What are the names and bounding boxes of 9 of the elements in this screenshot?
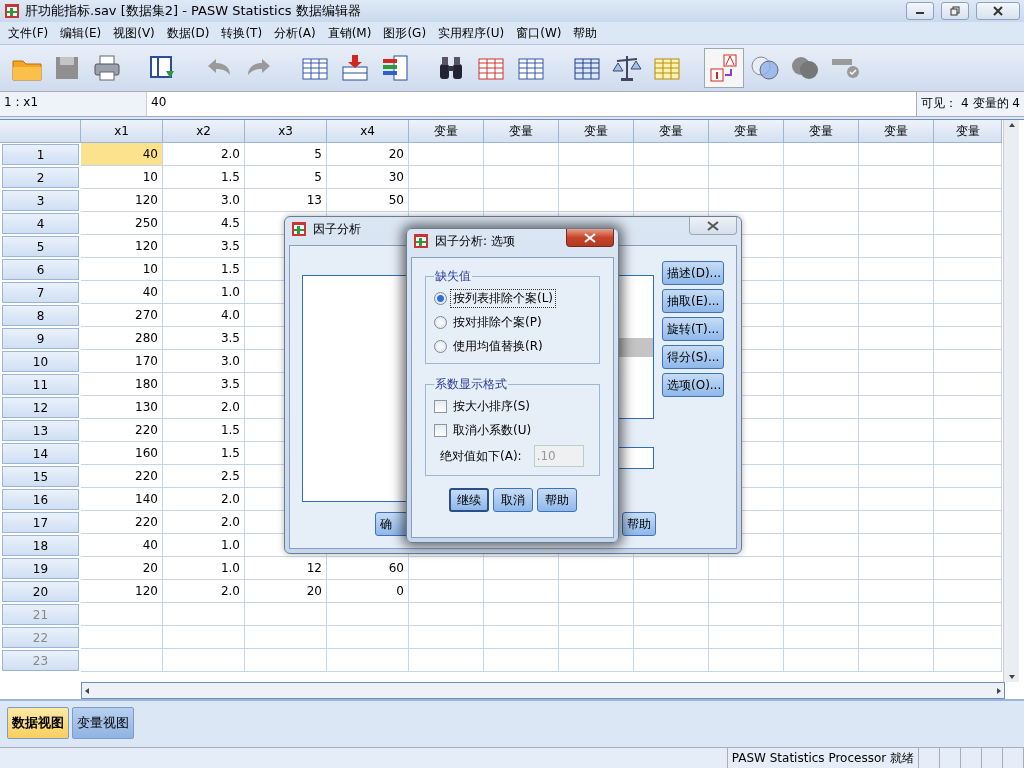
field-label: 绝对值如下(A): bbox=[440, 447, 522, 465]
group-label: 系数显示格式 bbox=[434, 376, 508, 393]
status-text: PASW Statistics Processor 就绪 bbox=[727, 748, 919, 768]
window-title: 肝功能指标.sav [数据集2] - PASW Statistics 数据编辑器 bbox=[25, 2, 362, 20]
cell-reference: 1 : x1 bbox=[0, 92, 147, 116]
visible-variables-text: 可见： 4 变量的 4 bbox=[916, 92, 1024, 116]
group-label: 缺失值 bbox=[434, 268, 472, 285]
dialog-title: 因子分析: 选项 bbox=[435, 232, 515, 250]
dialog-title: 因子分析 bbox=[313, 220, 361, 238]
